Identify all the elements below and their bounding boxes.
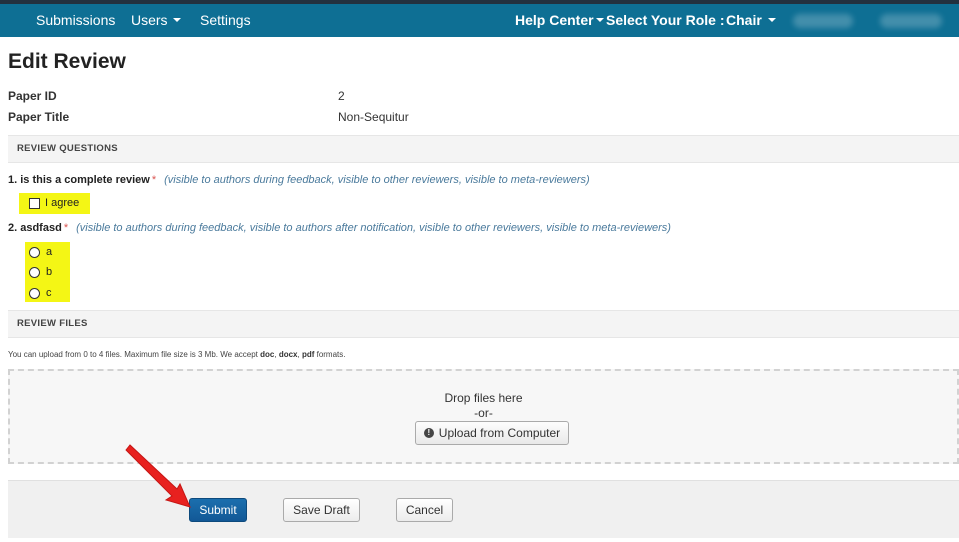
navbar: Submissions Users Settings Help Center S…: [0, 4, 959, 37]
format-docx: docx: [278, 350, 298, 359]
drop-files-text: Drop files here: [444, 391, 523, 405]
review-questions-header: REVIEW QUESTIONS: [8, 135, 959, 163]
radio-option-c[interactable]: c: [29, 287, 52, 299]
paper-title-label: Paper Title: [8, 110, 70, 124]
paper-id-value: 2: [338, 89, 345, 103]
radio-a-label: a: [46, 246, 53, 258]
format-pdf: pdf: [301, 350, 315, 359]
upload-from-computer-button[interactable]: ! Upload from Computer: [415, 421, 569, 445]
or-text: -or-: [474, 406, 493, 420]
question-2: 2. asdfasd * (visible to authors during fe…: [8, 222, 671, 234]
info-circle-icon: !: [423, 428, 434, 438]
user-menu-blurred[interactable]: [880, 14, 942, 28]
chevron-down-icon: [172, 18, 181, 23]
required-marker: *: [151, 174, 157, 186]
nav-help-center-label: Help Center: [515, 12, 594, 28]
paper-title-value: Non-Sequitur: [338, 110, 409, 124]
select-role-label: Select Your Role :: [606, 12, 725, 28]
role-dropdown[interactable]: Chair: [726, 4, 776, 37]
nav-submissions[interactable]: Submissions: [36, 4, 115, 37]
review-files-header: REVIEW FILES: [8, 310, 959, 338]
radio-a[interactable]: [29, 246, 40, 258]
upload-help-prefix: You can upload from 0 to 4 files. Maximu…: [8, 350, 261, 359]
radio-c[interactable]: [29, 287, 40, 299]
radio-b-label: b: [46, 266, 53, 278]
question-2-visibility: (visible to authors during feedback, vis…: [76, 222, 671, 234]
paper-id-label: Paper ID: [8, 89, 57, 103]
upload-help-suffix: formats.: [314, 350, 346, 359]
page-title: Edit Review: [8, 50, 126, 73]
red-arrow-annotation: [125, 444, 191, 508]
nav-settings[interactable]: Settings: [200, 4, 251, 37]
radio-c-label: c: [46, 287, 52, 299]
question-1-text: 1. is this a complete review: [8, 174, 150, 186]
radio-option-b[interactable]: b: [29, 266, 52, 278]
agree-checkbox[interactable]: [29, 197, 40, 209]
upload-help-text: You can upload from 0 to 4 files. Maximu…: [8, 350, 346, 359]
question-2-text: 2. asdfasd: [8, 222, 62, 234]
required-marker: *: [63, 222, 69, 234]
nav-users[interactable]: Users: [131, 4, 181, 37]
nav-help-center[interactable]: Help Center: [515, 4, 604, 37]
user-name-blurred[interactable]: [793, 14, 853, 28]
question-1-visibility: (visible to authors during feedback, vis…: [164, 174, 590, 186]
radio-b[interactable]: [29, 266, 40, 278]
question-1: 1. is this a complete review * (visible to…: [8, 174, 590, 186]
arrow-shape: [125, 444, 191, 508]
format-doc: doc: [260, 350, 275, 359]
nav-users-label: Users: [131, 12, 168, 28]
save-draft-button[interactable]: Save Draft: [283, 498, 360, 522]
agree-checkbox-option[interactable]: I agree: [29, 197, 79, 209]
radio-option-a[interactable]: a: [29, 246, 52, 258]
role-dropdown-label: Chair: [726, 12, 762, 28]
chevron-down-icon: [595, 18, 604, 23]
upload-button-label: Upload from Computer: [438, 426, 561, 440]
agree-checkbox-label: I agree: [45, 197, 80, 209]
cancel-button[interactable]: Cancel: [396, 498, 453, 522]
chevron-down-icon: [767, 18, 776, 23]
